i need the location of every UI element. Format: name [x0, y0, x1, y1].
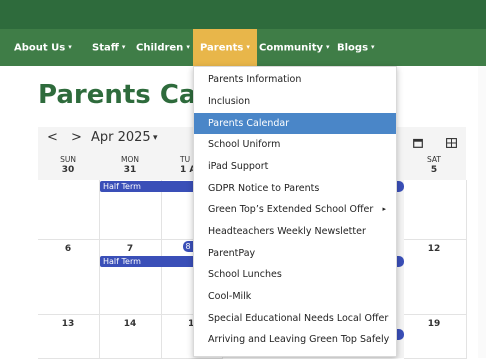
chevron-down-icon: ▾: [371, 43, 375, 51]
menu-item-gdpr-notice[interactable]: GDPR Notice to Parents: [194, 178, 396, 199]
menu-item-school-lunches[interactable]: School Lunches: [194, 264, 396, 285]
main-nav: About Us ▾ Staff ▾ Children ▾ Parents ▾ Comm…: [0, 29, 486, 66]
menu-item-headteachers-newsletter[interactable]: Headteachers Weekly Newsletter: [194, 221, 396, 242]
menu-item-inclusion[interactable]: Inclusion: [194, 91, 396, 112]
nav-label: Community: [259, 42, 324, 54]
day-number: 31: [123, 165, 137, 175]
nav-about-us[interactable]: About Us ▾: [14, 29, 72, 66]
menu-item-label: Green Top’s Extended School Offer: [208, 204, 374, 215]
day-of-week: SUN: [60, 155, 76, 164]
month-label[interactable]: Apr 2025: [91, 130, 151, 145]
day-header-mon: MON 31: [100, 155, 160, 175]
menu-item-parentpay[interactable]: ParentPay: [194, 243, 396, 264]
menu-item-ipad-support[interactable]: iPad Support: [194, 156, 396, 177]
nav-label: Children: [136, 42, 184, 54]
day-cell[interactable]: [38, 180, 100, 240]
chevron-right-icon: ▸: [382, 205, 386, 213]
day-of-week: MON: [121, 155, 139, 164]
scrollbar[interactable]: [478, 66, 486, 358]
nav-label: Blogs: [337, 42, 369, 54]
chevron-down-icon: ▾: [246, 43, 250, 51]
day-number: 6: [64, 244, 72, 254]
day-cell[interactable]: 19: [404, 315, 467, 359]
prev-month-button[interactable]: <: [47, 130, 58, 145]
top-banner: [0, 0, 486, 29]
day-cell[interactable]: 14: [100, 315, 162, 359]
menu-item-school-uniform[interactable]: School Uniform: [194, 134, 396, 155]
nav-label: Parents: [200, 42, 244, 54]
menu-item-parents-information[interactable]: Parents Information: [194, 69, 396, 90]
event-half-term-end[interactable]: [396, 256, 404, 267]
day-cell[interactable]: 7: [100, 240, 162, 315]
nav-blogs[interactable]: Blogs ▾: [337, 29, 375, 66]
day-number: 13: [61, 319, 75, 329]
nav-label: Staff: [92, 42, 119, 54]
chevron-down-icon[interactable]: ▾: [153, 133, 158, 143]
chevron-down-icon: ▾: [186, 43, 190, 51]
event-badge[interactable]: 8: [183, 241, 193, 252]
day-number: 7: [126, 244, 134, 254]
day-number: 30: [61, 165, 75, 175]
day-cell[interactable]: [404, 180, 467, 240]
day-number: 19: [427, 319, 441, 329]
day-cell[interactable]: 13: [38, 315, 100, 359]
event-half-term[interactable]: Half Term: [100, 256, 196, 267]
day-header-sun: SUN 30: [38, 155, 98, 175]
event-half-term-end[interactable]: [396, 181, 404, 192]
day-number: 5: [430, 165, 438, 175]
day-of-week: SAT: [426, 155, 442, 164]
chevron-down-icon: ▾: [68, 43, 72, 51]
chevron-down-icon: ▾: [326, 43, 330, 51]
parents-dropdown-menu: Parents Information Inclusion Parents Ca…: [193, 66, 397, 357]
menu-item-arriving-leaving[interactable]: Arriving and Leaving Green Top Safely: [194, 329, 396, 350]
day-cell[interactable]: 12: [404, 240, 467, 315]
day-number: 14: [123, 319, 137, 329]
nav-children[interactable]: Children ▾: [136, 29, 190, 66]
menu-item-special-educational-needs[interactable]: Special Educational Needs Local Offer: [194, 308, 396, 329]
nav-parents[interactable]: Parents ▾: [193, 29, 257, 66]
nav-label: About Us: [14, 42, 66, 54]
event-half-term[interactable]: Half Term: [100, 181, 196, 192]
grid-view-icon[interactable]: [446, 133, 457, 148]
day-header-sat: SAT 5: [404, 155, 464, 175]
nav-staff[interactable]: Staff ▾: [92, 29, 125, 66]
day-number: 12: [427, 244, 441, 254]
calendar-icon[interactable]: [413, 133, 423, 148]
next-month-button[interactable]: >: [71, 130, 82, 145]
day-cell[interactable]: 6: [38, 240, 100, 315]
event-end[interactable]: [396, 329, 404, 340]
day-of-week: TU: [180, 155, 191, 164]
nav-community[interactable]: Community ▾: [259, 29, 330, 66]
menu-item-parents-calendar[interactable]: Parents Calendar: [194, 113, 396, 134]
menu-item-extended-school-offer[interactable]: Green Top’s Extended School Offer ▸: [194, 199, 396, 220]
menu-item-cool-milk[interactable]: Cool-Milk: [194, 286, 396, 307]
chevron-down-icon: ▾: [121, 43, 126, 51]
